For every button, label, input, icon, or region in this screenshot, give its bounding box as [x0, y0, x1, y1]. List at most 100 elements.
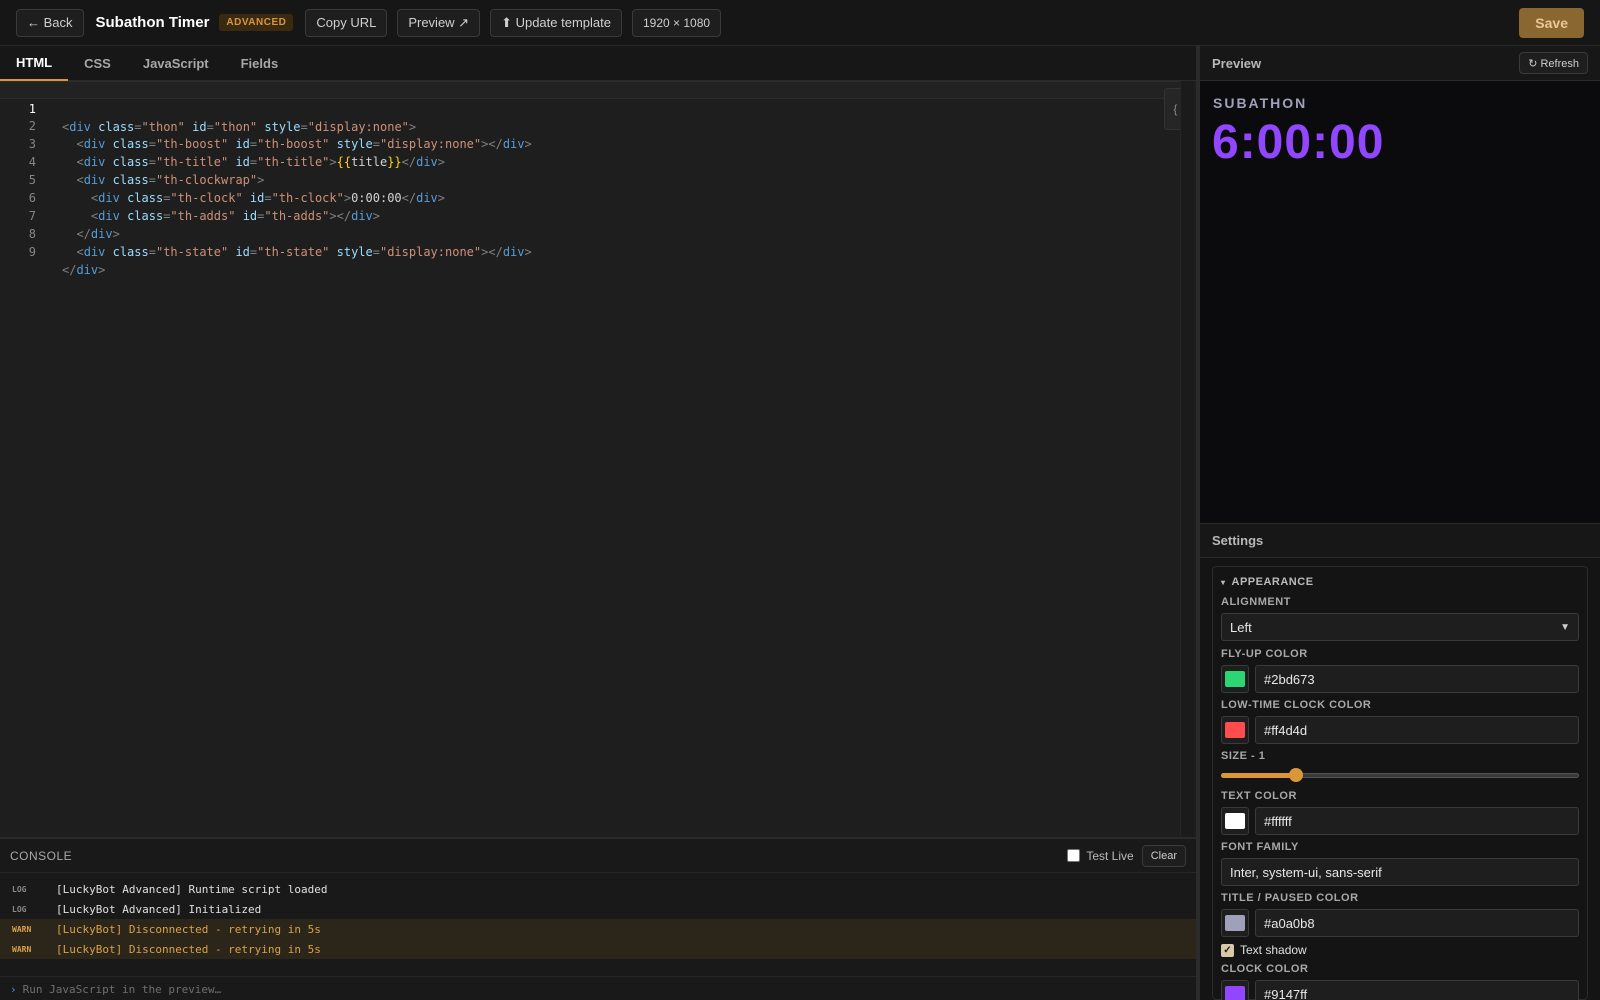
- tab-javascript[interactable]: JavaScript: [127, 46, 225, 81]
- group-label: APPEARANCE: [1231, 576, 1314, 588]
- code-editor[interactable]: 1 <div class="thon" id="thon" style="dis…: [0, 81, 1180, 837]
- console-log-row: LOG [LuckyBot Advanced] Runtime script l…: [0, 879, 1196, 899]
- lowtime-color-label: LOW-TIME CLOCK COLOR: [1221, 699, 1372, 711]
- flyup-color-picker[interactable]: [1221, 665, 1249, 693]
- text-shadow-toggle[interactable]: ✓ Text shadow: [1221, 942, 1579, 958]
- page-title: Subathon Timer: [95, 14, 210, 31]
- test-live-checkbox[interactable]: [1067, 849, 1081, 862]
- flyup-color-input[interactable]: #2bd673: [1255, 665, 1579, 693]
- code-line: 4 <div class="th-clockwrap">: [0, 135, 1180, 187]
- tab-css[interactable]: CSS: [68, 46, 127, 81]
- flyup-swatch: [1225, 671, 1245, 687]
- log-level: WARN: [12, 944, 32, 954]
- text-color-input[interactable]: #ffffff: [1255, 807, 1579, 835]
- overlay-clock: 6:00:00: [1212, 116, 1385, 169]
- lowtime-color-input[interactable]: #ff4d4d: [1255, 716, 1579, 744]
- code-line: 8 <div class="th-state" id="th-state" st…: [0, 207, 1180, 259]
- log-message: [LuckyBot] Disconnected - retrying in 5s: [56, 942, 321, 956]
- text-color-picker[interactable]: [1221, 807, 1249, 835]
- clear-console-button[interactable]: Clear: [1141, 844, 1186, 867]
- code-line: 5 <div class="th-clock" id="th-clock">0:…: [0, 153, 1180, 205]
- overlay-title: SUBATHON: [1213, 95, 1308, 111]
- clock-swatch: [1225, 986, 1245, 1000]
- text-shadow-checkbox[interactable]: ✓: [1221, 943, 1234, 957]
- log-level: LOG: [12, 884, 27, 894]
- refresh-button[interactable]: ↻ Refresh: [1519, 52, 1588, 74]
- code-line: 2 <div class="th-boost" id="th-boost" st…: [0, 99, 1180, 151]
- size-slider[interactable]: [1221, 767, 1579, 783]
- title-color-input[interactable]: #a0a0b8: [1255, 909, 1579, 937]
- title-swatch: [1225, 915, 1245, 931]
- code-line: 6 <div class="th-adds" id="th-adds"></di…: [0, 171, 1180, 223]
- title-color-picker[interactable]: [1221, 909, 1249, 937]
- lowtime-swatch: [1225, 722, 1245, 738]
- log-level: LOG: [12, 904, 27, 914]
- console-warn-row: WARN [LuckyBot] Disconnected - retrying …: [0, 919, 1196, 939]
- log-level: WARN: [12, 924, 32, 934]
- text-swatch: [1225, 813, 1245, 829]
- copy-url-button[interactable]: Copy URL: [305, 8, 388, 37]
- text-color-row: #ffffff: [1221, 807, 1579, 835]
- tab-html[interactable]: HTML: [0, 46, 69, 81]
- code-text: <div class="th-state" id="th-state" styl…: [76, 245, 532, 259]
- clock-color-label: CLOCK COLOR: [1221, 963, 1309, 975]
- clock-color-input[interactable]: #9147ff: [1255, 980, 1579, 1000]
- font-family-input[interactable]: Inter, system-ui, sans-serif: [1221, 858, 1579, 886]
- clock-color-row: #9147ff: [1221, 980, 1579, 1000]
- settings-title: Settings: [1212, 533, 1264, 548]
- text-color-label: TEXT COLOR: [1221, 790, 1297, 802]
- appearance-group: ▾ APPEARANCE ALIGNMENT Left ▼ FLY-UP COL…: [1212, 566, 1588, 1000]
- console-panel: CONSOLE Test Live Clear LOG [LuckyBot Ad…: [0, 837, 1196, 1000]
- caret-down-icon: ▾: [1221, 577, 1226, 587]
- code-line: 9 </div>: [0, 225, 1180, 277]
- code-line: 3 <div class="th-title" id="th-title">{{…: [0, 117, 1180, 169]
- back-button[interactable]: ← Back: [16, 8, 84, 37]
- alignment-value: Left: [1230, 619, 1252, 635]
- preview-title: Preview: [1212, 55, 1262, 71]
- settings-header: Settings: [1200, 523, 1600, 558]
- console-input[interactable]: › Run JavaScript in the preview…: [0, 976, 1196, 1000]
- title-color-row: #a0a0b8: [1221, 909, 1579, 937]
- top-bar: ← Back Subathon Timer ADVANCED Copy URL …: [0, 0, 1600, 46]
- alignment-select[interactable]: Left ▼: [1221, 613, 1579, 641]
- preview-button[interactable]: Preview ↗: [397, 8, 481, 37]
- flyup-color-row: #2bd673: [1221, 665, 1579, 693]
- editor-tabs: HTML CSS JavaScript Fields: [0, 46, 1196, 81]
- title-color-label: TITLE / PAUSED COLOR: [1221, 892, 1359, 904]
- save-button[interactable]: Save: [1519, 7, 1584, 38]
- console-header: CONSOLE Test Live Clear: [0, 839, 1196, 873]
- clock-color-picker[interactable]: [1221, 980, 1249, 1000]
- line-number: 9: [28, 245, 36, 259]
- update-template-button[interactable]: ⬆ Update template: [490, 8, 622, 37]
- lowtime-color-row: #ff4d4d: [1221, 716, 1579, 744]
- editor-scrollbar[interactable]: [1180, 81, 1194, 837]
- appearance-toggle[interactable]: ▾ APPEARANCE: [1221, 575, 1579, 589]
- console-warn-row: WARN [LuckyBot] Disconnected - retrying …: [0, 939, 1196, 959]
- lowtime-color-picker[interactable]: [1221, 716, 1249, 744]
- resolution-button[interactable]: 1920 × 1080: [631, 8, 722, 37]
- console-log-row: LOG [LuckyBot Advanced] Initialized: [0, 899, 1196, 919]
- preview-header: Preview ↻ Refresh: [1200, 46, 1600, 81]
- code-text: </div>: [62, 263, 106, 277]
- slider-thumb[interactable]: [1289, 768, 1304, 782]
- log-message: [LuckyBot Advanced] Initialized: [56, 902, 262, 916]
- slider-fill: [1221, 773, 1297, 778]
- code-line: 7 </div>: [0, 189, 1180, 241]
- text-shadow-label: Text shadow: [1240, 943, 1307, 957]
- preview-canvas: SUBATHON 6:00:00: [1200, 81, 1600, 523]
- code-line: 1 <div class="thon" id="thon" style="dis…: [0, 81, 1180, 134]
- console-title: CONSOLE: [10, 848, 73, 863]
- flyup-color-label: FLY-UP COLOR: [1221, 648, 1308, 660]
- log-message: [LuckyBot Advanced] Runtime script loade…: [56, 882, 328, 896]
- test-live-label: Test Live: [1086, 848, 1134, 863]
- chevron-right-icon: ›: [10, 983, 17, 996]
- chevron-down-icon: ▼: [1560, 621, 1570, 633]
- test-live-toggle[interactable]: Test Live: [1067, 848, 1134, 863]
- size-label: SIZE - 1: [1221, 750, 1266, 762]
- font-family-label: FONT FAMILY: [1221, 841, 1299, 853]
- log-message: [LuckyBot] Disconnected - retrying in 5s: [56, 922, 321, 936]
- advanced-badge: ADVANCED: [219, 14, 294, 31]
- console-input-placeholder: Run JavaScript in the preview…: [22, 983, 222, 996]
- tab-fields[interactable]: Fields: [225, 46, 295, 81]
- settings-panel: ▾ APPEARANCE ALIGNMENT Left ▼ FLY-UP COL…: [1200, 558, 1600, 1000]
